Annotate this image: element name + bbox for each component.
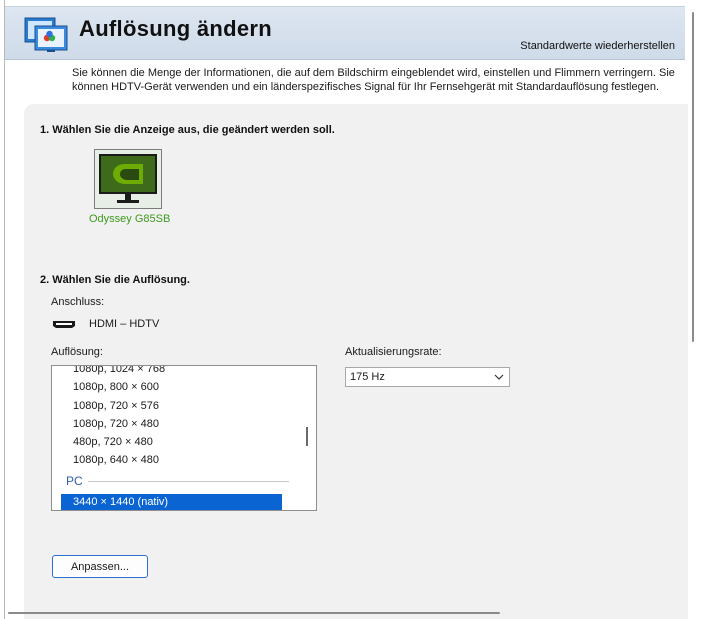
listbox-scroll-thumb[interactable] [306,427,308,446]
display-tile-odyssey[interactable] [94,149,162,209]
refresh-rate-select[interactable]: 175 Hz [345,367,510,387]
list-item[interactable]: 1080p, 800 × 600 [73,381,159,393]
list-group-divider [88,481,289,482]
list-item[interactable]: 480p, 720 × 480 [73,436,153,448]
horizontal-scroll-thumb[interactable] [8,612,500,614]
page-vertical-scrollbar[interactable] [687,8,700,606]
hdmi-connector-icon [53,321,75,328]
list-item[interactable]: 1080p, 1024 × 768 [73,366,165,375]
restore-defaults-link[interactable]: Standardwerte wiederherstellen [520,40,675,52]
resolution-listbox[interactable]: 1080p, 1024 × 768 1080p, 800 × 600 1080p… [51,365,317,511]
nvidia-monitor-icon [99,154,157,203]
page-header: Auflösung ändern Standardwerte wiederher… [5,6,685,60]
list-item[interactable]: 1080p, 640 × 480 [73,454,159,466]
refresh-rate-label: Aktualisierungsrate: [345,346,442,358]
customize-button[interactable]: Anpassen... [52,555,148,578]
display-settings-icon [24,17,68,52]
resolution-label: Auflösung: [51,346,103,358]
display-name-label[interactable]: Odyssey G85SB [89,213,170,225]
window-left-edge [0,0,5,619]
connection-value: HDMI – HDTV [89,318,160,330]
list-item-selected[interactable]: 3440 × 1440 (nativ) [61,494,282,510]
step1-title: 1. Wählen Sie die Anzeige aus, die geänd… [40,124,335,136]
vertical-scroll-thumb[interactable] [692,12,694,342]
list-item[interactable]: 1080p, 720 × 480 [73,418,159,430]
refresh-rate-value: 175 Hz [350,371,385,383]
step2-title: 2. Wählen Sie die Auflösung. [40,274,190,286]
list-group-pc: PC [66,474,83,488]
chevron-down-icon [494,374,504,380]
list-item[interactable]: 1080p, 720 × 576 [73,400,159,412]
connection-label: Anschluss: [51,296,105,308]
page-description: Sie können die Menge der Informationen, … [72,67,675,93]
page-title: Auflösung ändern [79,16,273,41]
